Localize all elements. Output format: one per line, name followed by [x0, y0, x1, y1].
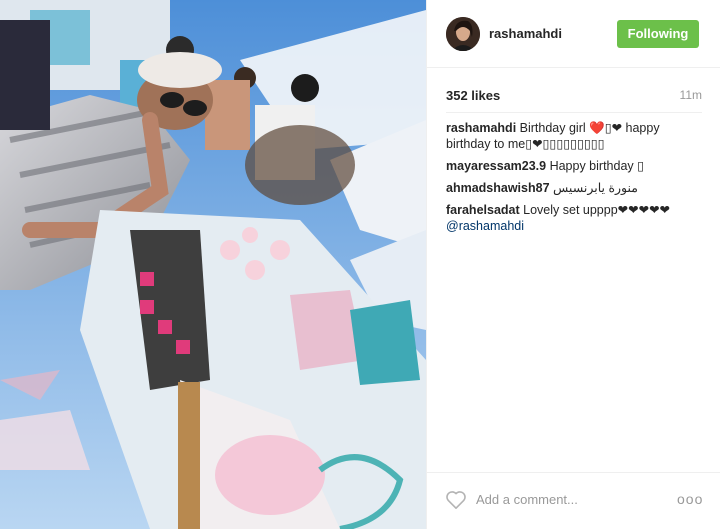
post-photo[interactable] — [0, 0, 426, 529]
add-comment-input[interactable]: Add a comment... — [476, 492, 578, 507]
post-time[interactable]: 11m — [680, 88, 702, 102]
avatar-image — [446, 17, 480, 51]
comment-author[interactable]: farahelsadat — [446, 203, 520, 217]
comment-author[interactable]: mayaressam23.9 — [446, 159, 546, 173]
comment-item: farahelsadat Lovely set upppp❤❤❤❤❤ @rash… — [446, 202, 706, 234]
more-options-icon[interactable]: ooo — [677, 491, 703, 507]
user-mention-link[interactable]: @rashamahdi — [446, 218, 706, 234]
comment-text: Lovely set upppp❤❤❤❤❤ — [523, 203, 671, 217]
comment-item: ahmadshawish87 منورة يابرنسيس — [446, 180, 706, 196]
avatar[interactable] — [446, 17, 480, 51]
comment-item: mayaressam23.9 Happy birthday ▯ — [446, 158, 706, 174]
comments-list: rashamahdi Birthday girl ❤️▯❤ happy birt… — [446, 120, 706, 240]
comment-text: منورة يابرنسيس — [553, 181, 638, 195]
following-button[interactable]: Following — [617, 20, 699, 48]
heart-icon[interactable] — [445, 490, 467, 510]
instagram-post: rashamahdi Following 352 likes 11m rasha… — [0, 0, 720, 529]
post-meta: 352 likes 11m — [446, 88, 702, 104]
post-header: rashamahdi Following — [427, 0, 720, 68]
party-scene-image — [0, 0, 426, 529]
comment-item: rashamahdi Birthday girl ❤️▯❤ happy birt… — [446, 120, 706, 152]
post-side-panel: rashamahdi Following 352 likes 11m rasha… — [426, 0, 720, 529]
meta-divider — [446, 112, 702, 113]
comment-author[interactable]: ahmadshawish87 — [446, 181, 550, 195]
comment-text: Happy birthday ▯ — [549, 159, 645, 173]
username[interactable]: rashamahdi — [489, 26, 562, 41]
comment-author[interactable]: rashamahdi — [446, 121, 516, 135]
comment-footer: Add a comment... ooo — [427, 472, 720, 529]
likes-count[interactable]: 352 likes — [446, 88, 500, 103]
